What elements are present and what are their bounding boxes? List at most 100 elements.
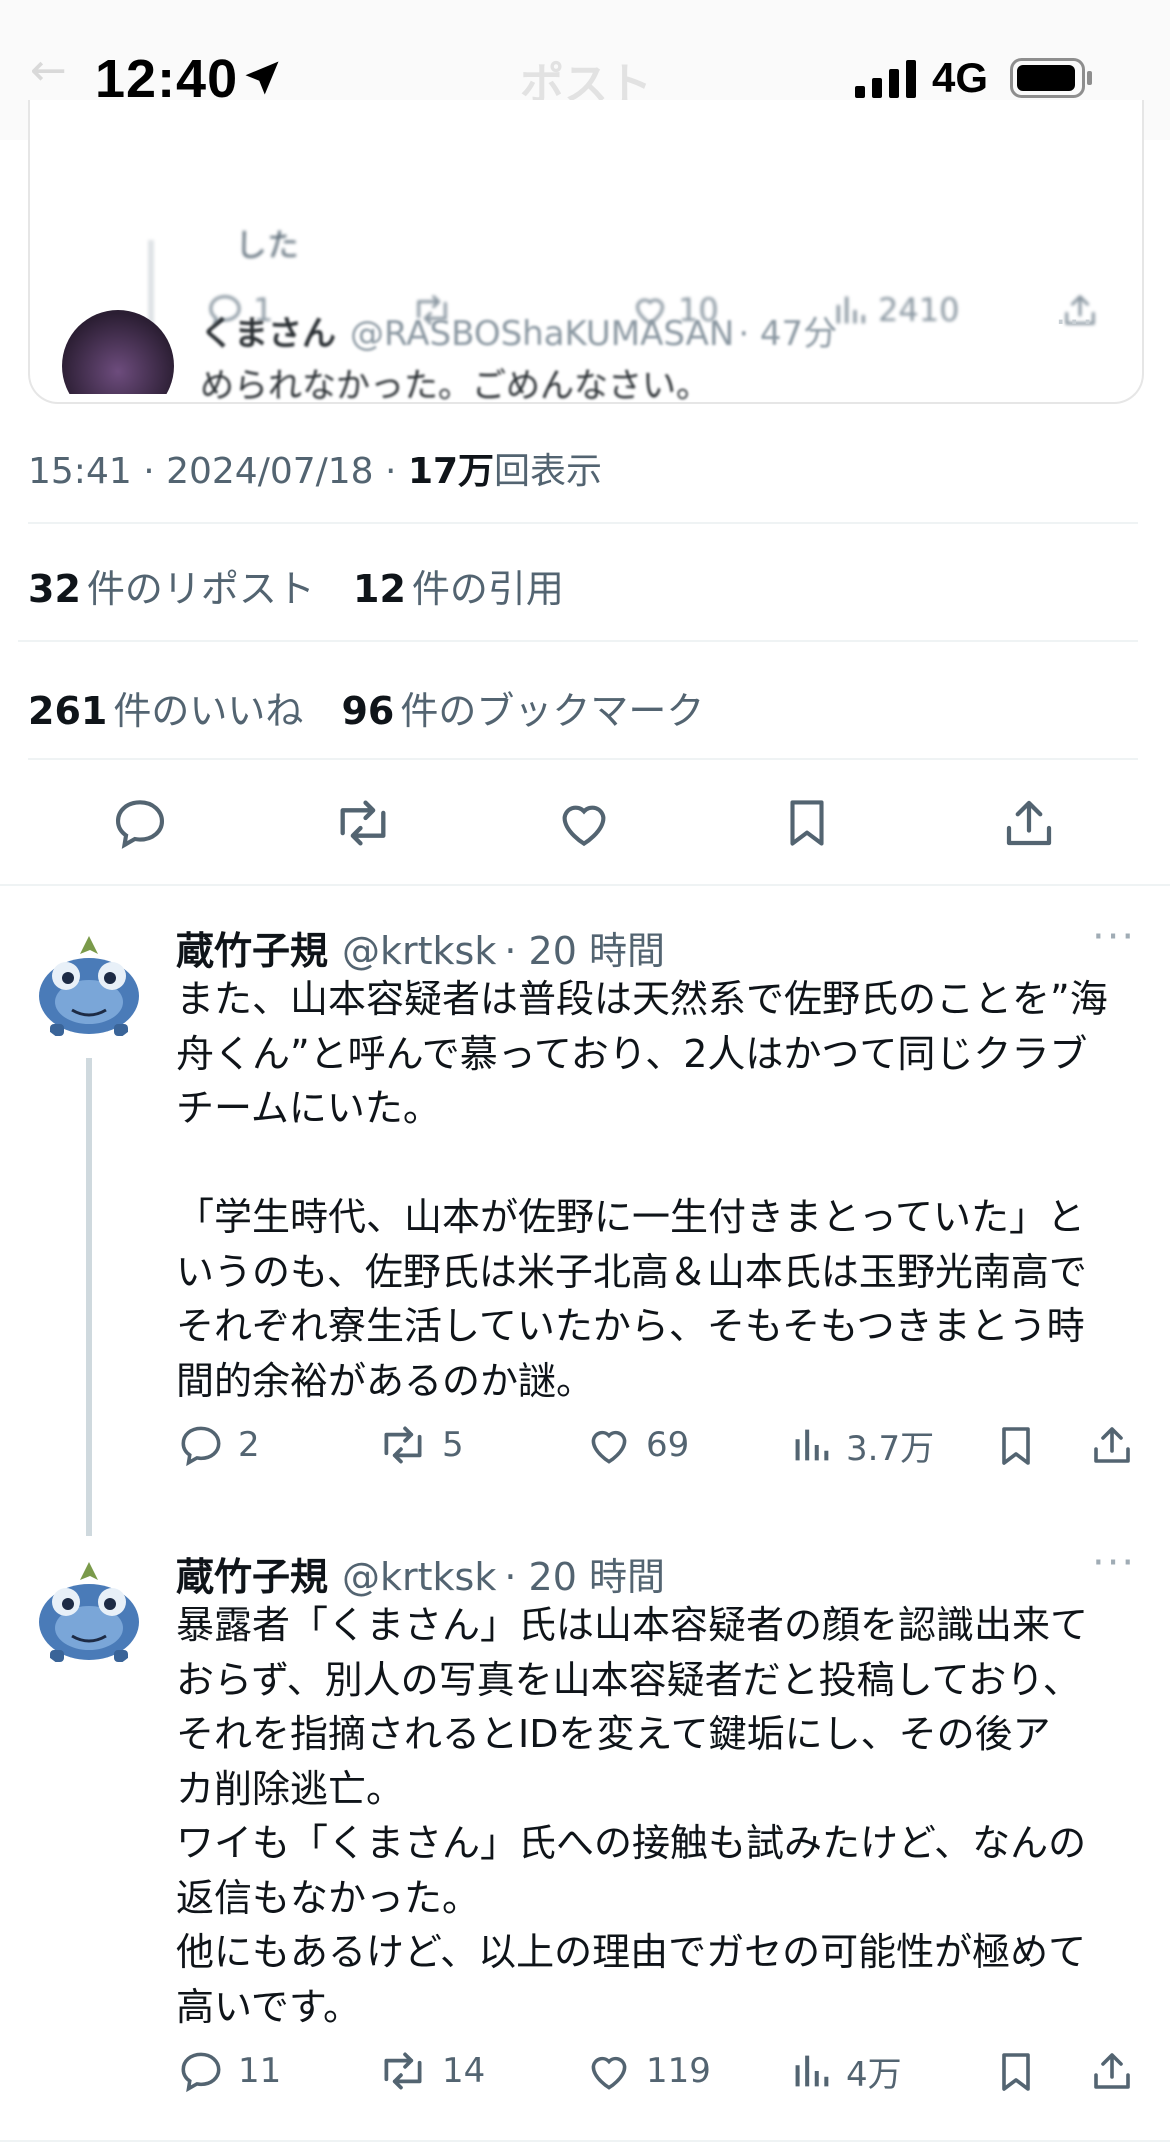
author-name[interactable]: 蔵竹子規 — [176, 1555, 328, 1599]
location-arrow-icon — [245, 61, 279, 95]
tweet-line: 他にもあるけど、以上の理由でガセの可能性が極めて — [176, 1930, 1087, 1974]
tweet-line: 舟くん”と呼んで慕っており、2人はかつて同じクラブ — [176, 1031, 1088, 1076]
more-options-icon[interactable]: ··· — [1092, 1540, 1136, 1586]
quotes-count: 12 — [353, 567, 406, 611]
heart-icon — [562, 805, 606, 847]
author-avatar[interactable] — [28, 1550, 150, 1672]
repost-button[interactable] — [320, 780, 406, 866]
reposts-stat[interactable]: 32 件のリポスト — [28, 567, 315, 611]
heart-icon — [591, 2056, 627, 2090]
reposts-label: 件のリポスト — [86, 567, 315, 611]
embedded-stub-text: した — [235, 226, 300, 264]
views-button[interactable]: 3.7万 — [788, 1420, 934, 1470]
share-button[interactable] — [1088, 1420, 1136, 1470]
bookmarks-stat[interactable]: 96 件のブックマーク — [341, 689, 704, 733]
author-handle[interactable]: @krtksk — [342, 1555, 496, 1599]
tweet-time[interactable]: · 20 時間 — [504, 1555, 665, 1599]
bookmarks-label: 件のブックマーク — [400, 689, 705, 733]
embedded-author-name: くまさん — [200, 314, 336, 354]
views-count: 4万 — [846, 2054, 902, 2095]
more-options-icon[interactable]: ··· — [1092, 914, 1136, 960]
author-name[interactable]: 蔵竹子規 — [176, 929, 328, 973]
share-icon — [1094, 2053, 1130, 2089]
reply-count: 11 — [238, 2051, 282, 2091]
tweet-line: チームにいた。 — [176, 1086, 441, 1130]
like-button[interactable] — [541, 780, 627, 866]
share-button[interactable] — [986, 780, 1072, 866]
tweet-text: 暴露者「くまさん」氏は山本容疑者の顔を認識出来て おらず、別人の写真を山本容疑者… — [176, 1598, 1151, 2034]
author-handle[interactable]: @krtksk — [342, 929, 496, 973]
reply-button[interactable]: 11 — [176, 2046, 281, 2096]
embedded-time: · 47分 — [738, 314, 838, 354]
tweet-line: 暴露者「くまさん」氏は山本容疑者の顔を認識出来て — [176, 1603, 1089, 1647]
tweet-line: おらず、別人の写真を山本容疑者だと投稿しており、 — [176, 1657, 1081, 1702]
share-icon — [1006, 800, 1052, 846]
embedded-views-count: 2410 — [878, 291, 960, 329]
tweet-line — [176, 1136, 1151, 1191]
repost-button[interactable]: 5 — [376, 1420, 464, 1470]
bookmark-icon — [1002, 2053, 1030, 2091]
tweet-line: カ削除逃亡。 — [176, 1766, 405, 1811]
reposts-count: 32 — [28, 567, 81, 611]
likes-label: 件のいいね — [113, 689, 304, 733]
bookmark-icon — [790, 800, 824, 846]
battery-icon — [1010, 58, 1092, 98]
tweet-line: 間的余裕があるのか謎。 — [176, 1358, 595, 1403]
like-count: 119 — [646, 2051, 711, 2091]
embedded-more-icon[interactable]: ··· — [1055, 302, 1095, 343]
divider — [0, 884, 1170, 886]
main-action-bar — [0, 780, 1170, 866]
tweet-line: いうのも、佐野氏は米子北高＆山本氏は玉野光南高で — [176, 1249, 1087, 1294]
tweet-2[interactable]: 蔵竹子規 @krtksk · 20 時間 ··· 暴露者「くまさん」氏は山本容疑者の… — [0, 1526, 1170, 2146]
like-button[interactable]: 119 — [584, 2046, 711, 2096]
like-button[interactable]: 69 — [584, 1420, 689, 1470]
reply-icon — [181, 1426, 221, 1467]
frog-avatar-image — [29, 1551, 149, 1671]
tweet-line: また、山本容疑者は普段は天然系で佐野氏のことを”海 — [176, 977, 1108, 1021]
likes-count: 261 — [28, 689, 108, 733]
bookmark-button[interactable] — [992, 1420, 1040, 1472]
reply-button[interactable] — [97, 780, 183, 866]
views-chart-icon — [795, 1429, 829, 1461]
views-count: 3.7万 — [846, 1428, 935, 1469]
share-button[interactable] — [1088, 2046, 1136, 2096]
tweet-line: 高いです。 — [176, 1984, 362, 2029]
repost-button[interactable]: 14 — [376, 2046, 485, 2096]
tweet-text: また、山本容疑者は普段は天然系で佐野氏のことを”海 舟くん”と呼んで慕っており、… — [176, 972, 1151, 1408]
embedded-author-avatar[interactable] — [62, 310, 174, 394]
bookmark-button[interactable] — [764, 780, 850, 866]
repost-count: 5 — [442, 1425, 464, 1465]
quotes-stat[interactable]: 12 件の引用 — [353, 567, 564, 611]
tweet-1[interactable]: 蔵竹子規 @krtksk · 20 時間 ··· また、山本容疑者は普段は天然系で佐… — [0, 900, 1170, 1520]
reply-count: 2 — [238, 1425, 260, 1465]
repost-quote-stats: 32 件のリポスト 12 件の引用 — [28, 558, 564, 613]
back-arrow-icon[interactable]: ← — [30, 45, 67, 96]
reply-icon — [181, 2052, 221, 2093]
repost-icon — [384, 1426, 422, 1464]
post-time: 15:41 — [28, 451, 132, 492]
reply-button[interactable]: 2 — [176, 1420, 260, 1470]
views-chart-icon — [795, 2055, 829, 2087]
post-date: 2024/07/18 — [166, 451, 374, 492]
embedded-views-button[interactable]: 2410 — [830, 290, 959, 330]
divider — [0, 2140, 1170, 2142]
divider — [28, 758, 1138, 760]
reply-icon — [115, 800, 165, 849]
cellular-signal-icon — [855, 60, 916, 98]
post-timestamp: 15:41 · 2024/07/18 · 17万回表示 — [28, 451, 603, 492]
tweet-line: 「学生時代、山本が佐野に一生付きまとっていた」と — [176, 1195, 1085, 1239]
bookmark-button[interactable] — [992, 2046, 1040, 2098]
embedded-author-line: くまさん @RASBOShaKUMASAN · 47分 — [200, 306, 837, 355]
heart-icon — [591, 1430, 627, 1464]
tweet-line: 返信もなかった。 — [176, 1875, 481, 1920]
repost-icon — [384, 2052, 422, 2090]
like-count: 69 — [646, 1425, 690, 1465]
likes-stat[interactable]: 261 件のいいね — [28, 689, 303, 733]
network-type: 4G — [932, 54, 989, 101]
post-views-count: 17万 — [407, 451, 495, 492]
views-button[interactable]: 4万 — [788, 2046, 902, 2096]
like-bookmark-stats: 261 件のいいね 96 件のブックマーク — [28, 680, 704, 735]
tweet-line: それを指摘されるとIDを変えて鍵垢にし、その後ア — [176, 1712, 1051, 1756]
author-avatar[interactable] — [28, 924, 150, 1046]
tweet-time[interactable]: · 20 時間 — [504, 929, 665, 973]
